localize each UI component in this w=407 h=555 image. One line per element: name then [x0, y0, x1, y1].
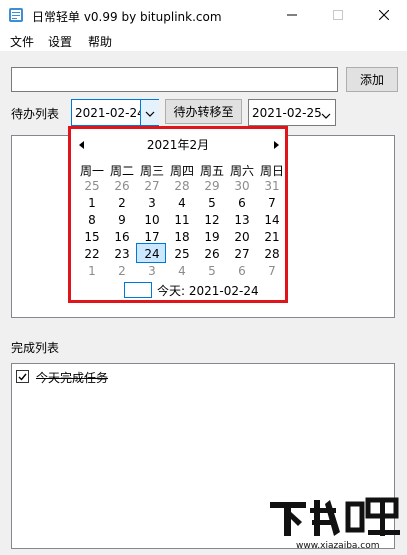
close-icon — [378, 9, 390, 23]
calendar-day[interactable]: 5 — [197, 264, 227, 278]
watermark-url: www.xiazaiba.com — [296, 541, 380, 551]
maximize-icon — [333, 9, 343, 23]
task-input[interactable] — [11, 67, 338, 92]
calendar-day[interactable]: 6 — [227, 196, 257, 210]
calendar-weekday: 周三 — [139, 164, 164, 178]
calendar-day[interactable]: 16 — [107, 230, 137, 244]
calendar-day[interactable]: 2 — [107, 264, 137, 278]
calendar-day[interactable]: 29 — [197, 179, 227, 193]
calendar-day[interactable]: 20 — [227, 230, 257, 244]
done-item-text: 今天完成任务 — [36, 371, 109, 385]
add-button[interactable]: 添加 — [346, 67, 398, 92]
chevron-down-icon[interactable] — [321, 108, 331, 122]
notepad-icon — [8, 7, 24, 23]
minimize-button[interactable] — [269, 0, 315, 31]
date-from-value: 2021-02-24 — [75, 106, 145, 120]
calendar-day[interactable]: 27 — [137, 179, 167, 193]
calendar-day[interactable]: 18 — [167, 230, 197, 244]
menu-settings[interactable]: 设置 — [48, 33, 72, 50]
calendar-day[interactable]: 8 — [77, 213, 107, 227]
calendar-day[interactable]: 12 — [197, 213, 227, 227]
calendar-day[interactable]: 5 — [197, 196, 227, 210]
calendar-day[interactable]: 15 — [77, 230, 107, 244]
maximize-button[interactable] — [315, 0, 361, 31]
calendar-next-button[interactable] — [274, 138, 279, 152]
done-list-label: 完成列表 — [11, 341, 60, 355]
calendar-day[interactable]: 24 — [137, 247, 167, 261]
calendar-day[interactable]: 10 — [137, 213, 167, 227]
calendar-day[interactable]: 3 — [137, 196, 167, 210]
calendar-weekday: 周六 — [229, 164, 254, 178]
calendar-day[interactable]: 6 — [227, 264, 257, 278]
calendar-day[interactable]: 26 — [197, 247, 227, 261]
calendar-month-label[interactable]: 2021年2月 — [71, 136, 285, 153]
calendar-day[interactable]: 9 — [107, 213, 137, 227]
calendar-day[interactable]: 26 — [107, 179, 137, 193]
calendar-day[interactable]: 7 — [257, 196, 287, 210]
calendar-weekday: 周日 — [259, 164, 284, 178]
close-button[interactable] — [361, 0, 407, 31]
calendar-day[interactable]: 30 — [227, 179, 257, 193]
menu-file[interactable]: 文件 — [10, 33, 34, 50]
minimize-icon — [287, 9, 297, 23]
calendar-weekday: 周二 — [109, 164, 134, 178]
calendar-day[interactable]: 4 — [167, 264, 197, 278]
date-picker-from[interactable]: 2021-02-24 — [71, 99, 159, 126]
move-to-button[interactable]: 待办转移至 — [165, 99, 242, 124]
window-title: 日常轻单 v0.99 by bituplink.com — [32, 10, 222, 24]
calendar-today-link[interactable]: 今天: 2021-02-24 — [157, 282, 259, 299]
checkmark-icon — [18, 370, 27, 384]
date-picker-to[interactable]: 2021-02-25 — [248, 99, 336, 126]
calendar-day[interactable]: 31 — [257, 179, 287, 193]
calendar-day[interactable]: 1 — [77, 264, 107, 278]
calendar-popup[interactable]: 2021年2月 今天: 2021-02-24 周一 周二 周三 周四 周五 周六 周日 25 2… — [68, 126, 288, 303]
calendar-day[interactable]: 19 — [197, 230, 227, 244]
calendar-day[interactable]: 28 — [257, 247, 287, 261]
calendar-day[interactable]: 7 — [257, 264, 287, 278]
triangle-right-icon — [274, 138, 279, 152]
calendar-weekday: 周五 — [199, 164, 224, 178]
calendar-day[interactable]: 17 — [137, 230, 167, 244]
calendar-day[interactable]: 28 — [167, 179, 197, 193]
calendar-day[interactable]: 21 — [257, 230, 287, 244]
calendar-day[interactable]: 23 — [107, 247, 137, 261]
calendar-day[interactable]: 3 — [137, 264, 167, 278]
calendar-weekday: 周一 — [79, 164, 104, 178]
calendar-day[interactable]: 22 — [77, 247, 107, 261]
calendar-day[interactable]: 1 — [77, 196, 107, 210]
calendar-day[interactable]: 2 — [107, 196, 137, 210]
menu-help[interactable]: 帮助 — [88, 33, 112, 50]
today-marker[interactable] — [124, 282, 152, 298]
calendar-day[interactable]: 27 — [227, 247, 257, 261]
chevron-down-icon — [145, 106, 155, 120]
calendar-weekday: 周四 — [169, 164, 194, 178]
calendar-day[interactable]: 11 — [167, 213, 197, 227]
calendar-day[interactable]: 25 — [167, 247, 197, 261]
calendar-day[interactable]: 25 — [77, 179, 107, 193]
todo-list-label: 待办列表 — [11, 107, 60, 121]
date-from-dropdown[interactable] — [140, 100, 159, 125]
done-checkbox[interactable] — [16, 370, 29, 383]
watermark-logo — [268, 496, 402, 538]
date-to-value: 2021-02-25 — [252, 106, 322, 120]
calendar-day[interactable]: 4 — [167, 196, 197, 210]
calendar-day[interactable]: 14 — [257, 213, 287, 227]
calendar-day[interactable]: 13 — [227, 213, 257, 227]
